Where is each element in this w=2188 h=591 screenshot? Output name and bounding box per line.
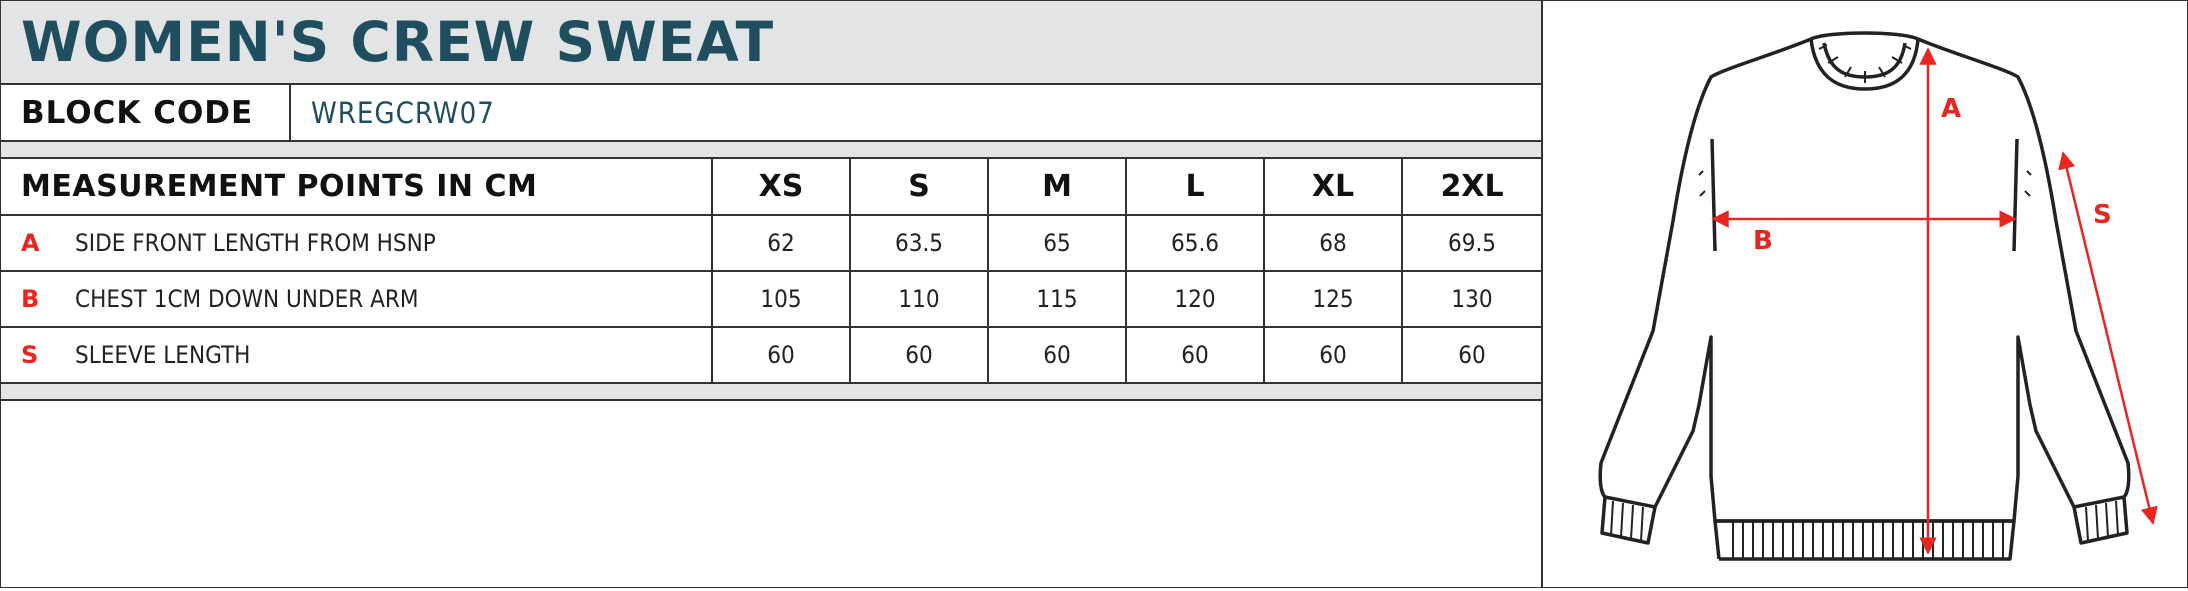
size-header: M [988, 159, 1127, 216]
size-header: S [850, 159, 989, 216]
table-row: S SLEEVE LENGTH 60 60 60 60 60 60 [1, 327, 1541, 384]
ribbing-texture [1610, 44, 2119, 558]
measurement-points-header: MEASUREMENT POINTS IN CM [1, 159, 713, 216]
measurement-name: SLEEVE LENGTH [75, 341, 251, 369]
title-bar: WOMEN'S CREW SWEAT [1, 1, 1541, 85]
table-cell: 63.5 [850, 215, 989, 272]
size-header: XL [1264, 159, 1403, 216]
table-cell: 120 [1126, 271, 1265, 328]
table-row: A SIDE FRONT LENGTH FROM HSNP 62 63.5 65 … [1, 215, 1541, 272]
size-header: XS [712, 159, 851, 216]
measurement-table: MEASUREMENT POINTS IN CM XS S M L XL 2XL… [1, 159, 1541, 384]
table-cell: 69.5 [1402, 215, 1541, 272]
sweatshirt-diagram: A B S [1598, 31, 2158, 561]
measurement-code: A [21, 229, 40, 257]
measurement-arrows [1711, 47, 2158, 555]
diagram-label-b: B [1753, 226, 1773, 256]
size-header: 2XL [1402, 159, 1541, 216]
table-cell: 60 [1264, 327, 1403, 384]
sweatshirt-icon [1598, 31, 2131, 561]
measurement-code: B [21, 285, 40, 313]
table-cell: 60 [988, 327, 1127, 384]
table-cell: 130 [1402, 271, 1541, 328]
table-cell: 60 [712, 327, 851, 384]
divider-band [1, 384, 1541, 401]
diagram-label-s: S [2093, 200, 2112, 230]
table-cell: 62 [712, 215, 851, 272]
table-cell: 105 [712, 271, 851, 328]
diagram-label-a: A [1941, 94, 1961, 124]
table-cell: 65 [988, 215, 1127, 272]
table-header-row: MEASUREMENT POINTS IN CM XS S M L XL 2XL [1, 159, 1541, 216]
table-cell: 115 [988, 271, 1127, 328]
table-cell: 60 [850, 327, 989, 384]
table-cell: 110 [850, 271, 989, 328]
table-cell: 60 [1126, 327, 1265, 384]
measurement-name: SIDE FRONT LENGTH FROM HSNP [75, 229, 436, 257]
table-cell: 60 [1402, 327, 1541, 384]
measurement-code: S [21, 341, 39, 369]
table-cell: 68 [1264, 215, 1403, 272]
block-code-value: WREGCRW07 [311, 95, 495, 130]
measurement-label: S SLEEVE LENGTH [1, 327, 713, 384]
garment-diagram-panel: A B S [1543, 1, 2187, 587]
table-cell: 65.6 [1126, 215, 1265, 272]
measurement-panel: WOMEN'S CREW SWEAT BLOCK CODE WREGCRW07 … [1, 1, 1543, 587]
page-title: WOMEN'S CREW SWEAT [21, 10, 775, 74]
measurement-label: A SIDE FRONT LENGTH FROM HSNP [1, 215, 713, 272]
divider-band [1, 142, 1541, 159]
measurement-label: B CHEST 1CM DOWN UNDER ARM [1, 271, 713, 328]
measurement-name: CHEST 1CM DOWN UNDER ARM [75, 285, 419, 313]
table-row: B CHEST 1CM DOWN UNDER ARM 105 110 115 12… [1, 271, 1541, 328]
size-header: L [1126, 159, 1265, 216]
block-code-row: BLOCK CODE WREGCRW07 [1, 85, 1541, 142]
block-code-label: BLOCK CODE [1, 85, 291, 140]
table-cell: 125 [1264, 271, 1403, 328]
size-chart: WOMEN'S CREW SWEAT BLOCK CODE WREGCRW07 … [0, 0, 2188, 588]
